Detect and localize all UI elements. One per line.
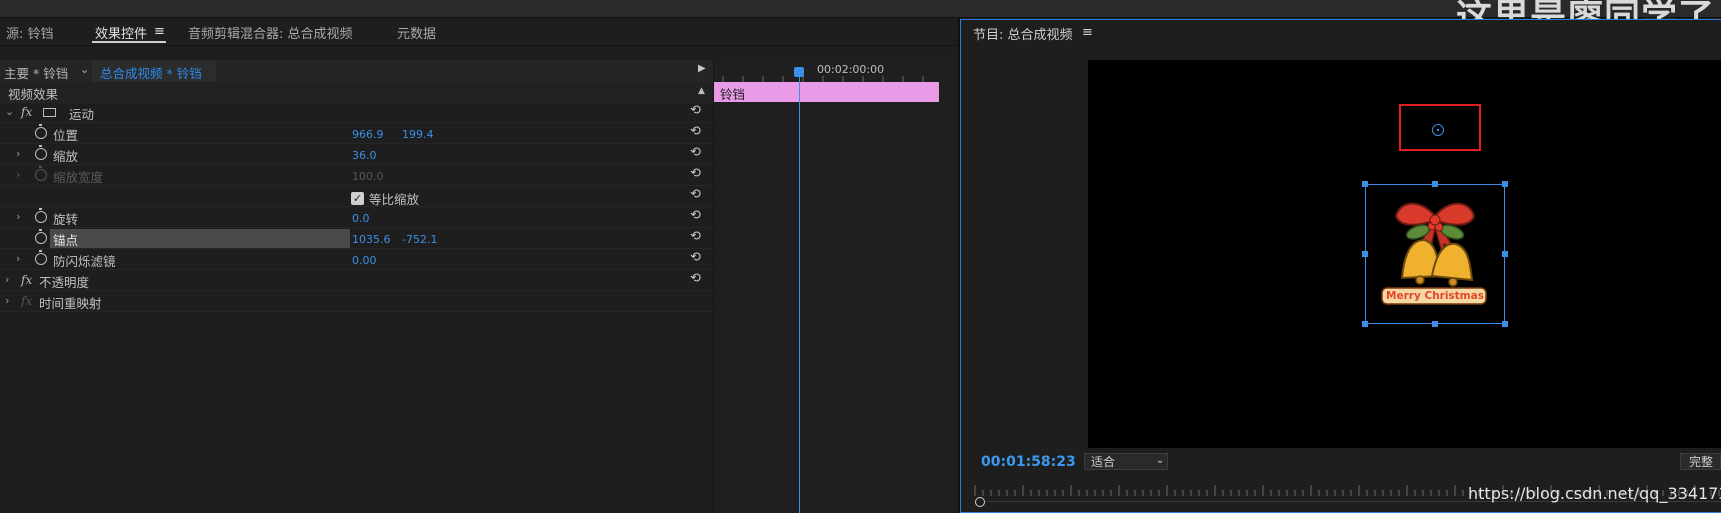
effect-controls-menu-icon[interactable]: ≡ (154, 24, 165, 39)
reset-icon[interactable]: ⟲ (690, 145, 701, 160)
uniform-scale-checkbox[interactable]: ✓ (351, 192, 364, 205)
position-label: 位置 (53, 128, 79, 143)
clip-bar[interactable] (714, 82, 939, 102)
resize-handle[interactable] (1362, 321, 1368, 327)
reset-icon[interactable]: ⟲ (690, 187, 701, 202)
scrub-handle[interactable] (975, 497, 985, 507)
resize-handle[interactable] (1502, 321, 1508, 327)
opacity-row[interactable] (0, 270, 713, 291)
motion-label: 运动 (69, 107, 95, 122)
motion-row[interactable] (0, 102, 713, 123)
playhead-handle[interactable] (794, 67, 804, 77)
timeline-timecode: 00:02:00:00 (817, 63, 885, 76)
anchor-point-marker[interactable] (1432, 124, 1444, 136)
watermark-bottom: https://blog.csdn.net/qq_33417321 (1468, 484, 1721, 503)
sequence-clip-label[interactable]: 总合成视频 * 铃铛 (100, 63, 202, 82)
resize-handle[interactable] (1432, 321, 1438, 327)
opacity-label: 不透明度 (39, 275, 90, 290)
stopwatch-icon[interactable] (35, 250, 47, 265)
anti-flicker-value[interactable]: 0.00 (352, 254, 377, 267)
anchor-y-value[interactable]: -752.1 (402, 233, 437, 246)
rotation-label: 旋转 (53, 212, 79, 227)
clip-bar-label: 铃铛 (720, 87, 746, 102)
program-monitor-title[interactable]: 节目: 总合成视频 (973, 24, 1073, 43)
stopwatch-icon[interactable] (35, 229, 47, 244)
reset-icon[interactable]: ⟲ (690, 250, 701, 265)
fx-icon: fx (21, 294, 33, 308)
reset-icon[interactable]: ⟲ (690, 124, 701, 139)
chevron-down-icon[interactable]: ⌄ (80, 63, 89, 76)
anchor-point-label: 锚点 (53, 233, 79, 248)
chevron-right-icon[interactable]: › (16, 147, 20, 160)
rotation-value[interactable]: 0.0 (352, 212, 370, 225)
transform-icon[interactable] (43, 108, 56, 117)
position-y-value[interactable]: 199.4 (402, 128, 434, 141)
resize-handle[interactable] (1362, 181, 1368, 187)
scale-width-value: 100.0 (352, 170, 384, 183)
chevron-right-icon[interactable]: › (5, 273, 9, 286)
tab-effect-controls[interactable]: 效果控件 (95, 23, 147, 42)
video-effects-row (0, 82, 713, 103)
fx-icon[interactable]: fx (21, 273, 32, 287)
active-tab-underline (92, 41, 166, 43)
resize-handle[interactable] (1432, 181, 1438, 187)
merry-christmas-text: Merry Christmas (1386, 290, 1484, 302)
monitor-menu-icon[interactable]: ≡ (1082, 25, 1093, 40)
reset-icon[interactable]: ⟲ (690, 229, 701, 244)
playhead-line[interactable] (799, 77, 800, 513)
playback-resolution-select[interactable]: 完整 (1680, 453, 1721, 470)
scale-label: 缩放 (53, 149, 79, 164)
play-triangle-icon[interactable]: ▶ (698, 63, 706, 74)
fx-icon[interactable]: fx (21, 105, 32, 119)
effect-timeline (713, 60, 959, 513)
chevron-down-icon[interactable]: ⌄ (1156, 455, 1164, 466)
chevron-right-icon: › (16, 168, 21, 181)
chevron-right-icon[interactable]: › (16, 210, 20, 223)
scroll-up-icon[interactable]: ▲ (698, 86, 705, 96)
time-remap-label: 时间重映射 (39, 296, 102, 311)
reset-icon[interactable]: ⟲ (690, 208, 701, 223)
scale-width-label: 缩放宽度 (53, 170, 104, 185)
tabs-separator (0, 45, 958, 46)
reset-icon[interactable]: ⟲ (690, 103, 701, 118)
resize-handle[interactable] (1502, 181, 1508, 187)
tab-source[interactable]: 源: 铃铛 (6, 23, 54, 42)
stopwatch-icon[interactable] (35, 124, 47, 139)
uniform-scale-label: 等比缩放 (369, 192, 420, 207)
time-remap-row[interactable] (0, 291, 713, 312)
resize-handle[interactable] (1502, 251, 1508, 257)
stopwatch-icon[interactable] (35, 208, 47, 223)
master-clip-label[interactable]: 主要 * 铃铛 (4, 63, 68, 82)
chevron-right-icon[interactable]: › (5, 294, 9, 307)
anchor-point-highlight (50, 229, 350, 248)
position-x-value[interactable]: 966.9 (352, 128, 384, 141)
stopwatch-icon (35, 166, 47, 181)
playhead-timecode[interactable]: 00:01:58:23 (981, 454, 1076, 470)
stopwatch-icon[interactable] (35, 145, 47, 160)
reset-icon[interactable]: ⟲ (690, 271, 701, 286)
video-effects-label: 视频效果 (8, 87, 59, 102)
scale-value[interactable]: 36.0 (352, 149, 377, 162)
anti-flicker-label: 防闪烁滤镜 (53, 254, 116, 269)
chevron-right-icon[interactable]: › (16, 252, 20, 265)
reset-icon[interactable]: ⟲ (690, 166, 701, 181)
tab-metadata[interactable]: 元数据 (397, 23, 436, 42)
resize-handle[interactable] (1362, 251, 1368, 257)
chevron-down-icon[interactable]: ⌄ (5, 105, 14, 118)
anchor-x-value[interactable]: 1035.6 (352, 233, 391, 246)
tab-audio-clip-mixer[interactable]: 音频剪辑混合器: 总合成视频 (188, 23, 353, 42)
